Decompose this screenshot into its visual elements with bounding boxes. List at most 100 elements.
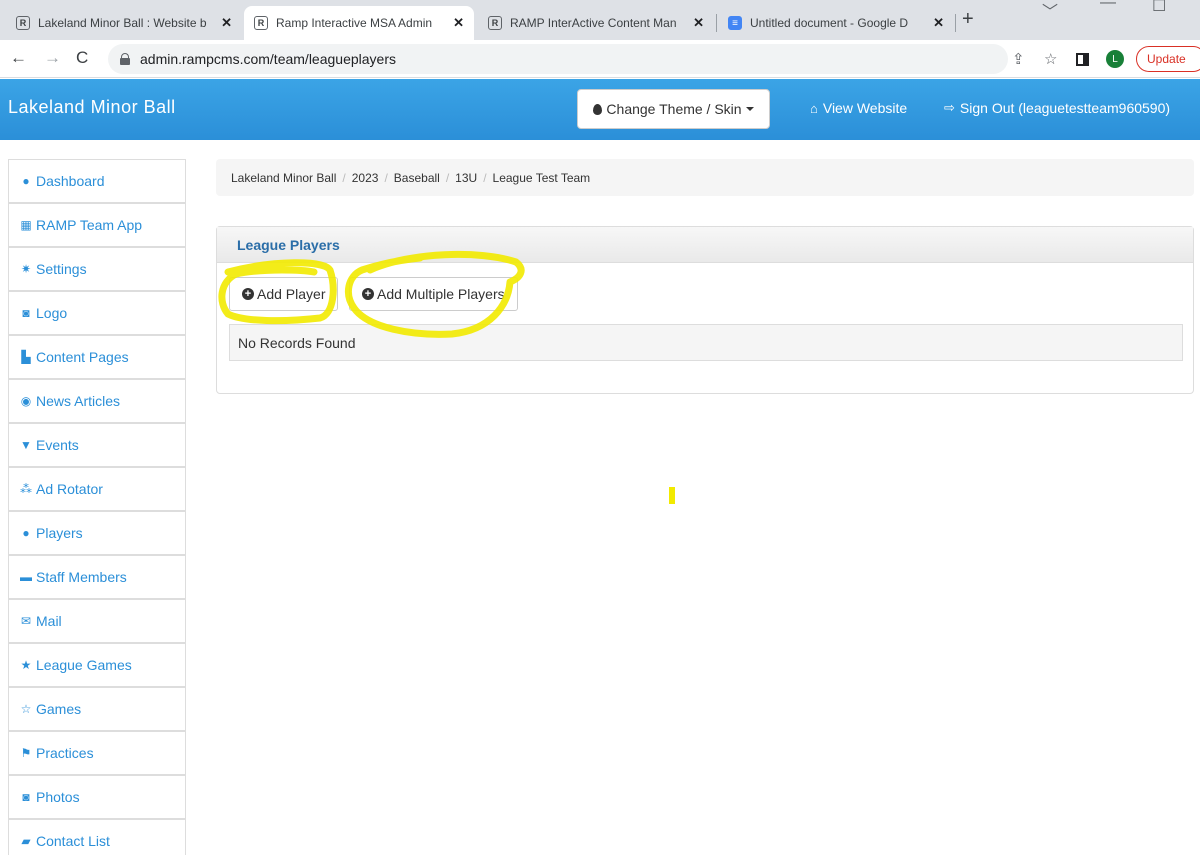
sidebar-item-league-games[interactable]: ★ League Games (8, 643, 186, 687)
tab-separator (955, 14, 956, 32)
browser-tab-website[interactable]: R Lakeland Minor Ball : Website b ✕ (6, 6, 242, 40)
camera-icon: ◙ (22, 790, 30, 804)
close-icon[interactable]: ✕ (693, 15, 704, 31)
tab-title: RAMP InterActive Content Man (510, 16, 677, 30)
address-bar[interactable]: admin.rampcms.com/team/leagueplayers (108, 44, 1008, 74)
ad-icon: ⁂ (20, 482, 32, 496)
breadcrumb-separator: / (445, 170, 450, 185)
app-header: Lakeland Minor Ball Change Theme / Skin … (0, 79, 1200, 140)
sidebar-item-practices[interactable]: ⚑ Practices (8, 731, 186, 775)
sidebar-item-ramp-team-app[interactable]: ▦ RAMP Team App (8, 203, 186, 247)
sidebar-item-events[interactable]: ▼ Events (8, 423, 186, 467)
tab-search-icon[interactable]: ﹀ (1042, 0, 1058, 22)
sidebar-item-dashboard[interactable]: ● Dashboard (8, 159, 186, 203)
sidebar-nav: ● Dashboard ▦ RAMP Team App ✷ Settings ◙… (8, 159, 186, 855)
sidebar-item-label: RAMP Team App (36, 217, 143, 233)
minimize-icon[interactable]: — (1100, 0, 1116, 12)
side-panel-icon[interactable] (1076, 53, 1089, 66)
sidebar-item-logo[interactable]: ◙ Logo (8, 291, 186, 335)
sidebar-item-games[interactable]: ☆ Games (8, 687, 186, 731)
maximize-icon[interactable]: ☐ (1152, 0, 1166, 16)
plus-circle-icon: + (242, 288, 254, 300)
gear-icon: ✷ (20, 262, 32, 276)
sidebar-item-label: Contact List (36, 833, 110, 849)
sidebar-item-label: League Games (36, 657, 132, 673)
caret-down-icon (745, 107, 754, 111)
profile-avatar[interactable]: L (1106, 50, 1124, 68)
sign-out-link[interactable]: ⇨ Sign Out (leaguetestteam960590) (944, 100, 1170, 116)
sidebar-item-label: Staff Members (36, 569, 127, 585)
sidebar-item-label: Dashboard (36, 173, 105, 189)
flag-icon: ⚑ (20, 746, 32, 760)
briefcase-icon: ▬ (20, 570, 32, 584)
back-arrow-icon[interactable]: ← (10, 48, 27, 68)
grid-icon: ▦ (20, 218, 32, 232)
close-icon[interactable]: ✕ (933, 15, 944, 31)
update-button[interactable]: Update (1136, 46, 1200, 72)
reload-icon[interactable]: C (76, 48, 88, 68)
breadcrumb-separator: / (384, 170, 388, 185)
add-player-label: Add Player (257, 286, 326, 302)
breadcrumb-item[interactable]: 2023 (352, 171, 379, 185)
sidebar-item-label: News Articles (36, 393, 121, 409)
breadcrumb-item[interactable]: 13U (455, 171, 477, 185)
add-multiple-players-button[interactable]: + Add Multiple Players (349, 277, 518, 311)
league-players-panel: League Players + Add Player + Add Multip… (216, 226, 1194, 394)
sidebar-item-contact-list[interactable]: ▰ Contact List (8, 819, 186, 855)
sign-out-icon: ⇨ (944, 100, 955, 115)
sidebar-item-label: Practices (36, 745, 94, 761)
browser-tab-google-doc[interactable]: ≡ Untitled document - Google D ✕ (718, 6, 954, 40)
camera-icon: ◙ (22, 306, 30, 320)
close-icon[interactable]: ✕ (221, 15, 232, 31)
sidebar-item-mail[interactable]: ✉ Mail (8, 599, 186, 643)
view-website-link[interactable]: ⌂ View Website (810, 100, 907, 116)
ramp-favicon-icon: R (16, 16, 30, 30)
tab-title: Ramp Interactive MSA Admin (276, 16, 433, 30)
close-icon[interactable]: ✕ (453, 15, 464, 31)
sign-out-label: Sign Out (leaguetestteam960590) (959, 100, 1171, 116)
tab-title: Lakeland Minor Ball : Website b (38, 16, 207, 30)
star-icon: ★ (20, 658, 32, 672)
new-tab-button[interactable]: + (962, 8, 974, 31)
sidebar-item-label: Players (36, 525, 83, 541)
sidebar-item-label: Games (36, 701, 82, 717)
home-icon: ⌂ (810, 100, 818, 116)
browser-tab-content-manager[interactable]: R RAMP InterActive Content Man ✕ (478, 6, 714, 40)
sidebar-item-content-pages[interactable]: ▙ Content Pages (8, 335, 186, 379)
sidebar-item-label: Logo (36, 305, 68, 321)
breadcrumb-item[interactable]: Lakeland Minor Ball (231, 171, 336, 185)
user-icon: ● (22, 174, 30, 188)
ramp-favicon-icon: R (488, 16, 502, 30)
change-theme-label: Change Theme / Skin (606, 101, 742, 117)
sidebar-item-photos[interactable]: ◙ Photos (8, 775, 186, 819)
url-text: admin.rampcms.com/team/leagueplayers (140, 51, 396, 67)
add-multiple-players-label: Add Multiple Players (377, 286, 505, 302)
browser-tab-msa-admin[interactable]: R Ramp Interactive MSA Admin ✕ (244, 6, 474, 40)
ramp-favicon-icon: R (254, 16, 268, 30)
sidebar-item-players[interactable]: ● Players (8, 511, 186, 555)
forward-arrow-icon[interactable]: → (44, 48, 61, 68)
brand-title[interactable]: Lakeland Minor Ball (8, 97, 176, 118)
sidebar-item-ad-rotator[interactable]: ⁂ Ad Rotator (8, 467, 186, 511)
change-theme-button[interactable]: Change Theme / Skin (577, 89, 770, 129)
breadcrumb-item[interactable]: Baseball (394, 171, 440, 185)
share-icon[interactable]: ⇪ (1012, 50, 1025, 68)
bookmark-star-icon[interactable]: ☆ (1044, 50, 1057, 68)
google-docs-icon: ≡ (728, 16, 742, 30)
envelope-icon: ✉ (20, 614, 32, 628)
sidebar-item-label: Settings (36, 261, 87, 277)
comment-icon: ▰ (21, 834, 31, 848)
star-outline-icon: ☆ (20, 702, 32, 716)
tint-drop-icon (593, 103, 603, 115)
tab-title: Untitled document - Google D (750, 16, 909, 30)
sidebar-item-staff-members[interactable]: ▬ Staff Members (8, 555, 186, 599)
add-player-button[interactable]: + Add Player (229, 277, 339, 311)
globe-icon: ◉ (20, 394, 32, 408)
sidebar-item-label: Content Pages (36, 349, 129, 365)
lock-icon (120, 53, 130, 65)
sidebar-item-news-articles[interactable]: ◉ News Articles (8, 379, 186, 423)
sidebar-item-settings[interactable]: ✷ Settings (8, 247, 186, 291)
view-website-label: View Website (822, 100, 908, 116)
sidebar-item-label: Events (36, 437, 79, 453)
sidebar-item-label: Photos (36, 789, 80, 805)
